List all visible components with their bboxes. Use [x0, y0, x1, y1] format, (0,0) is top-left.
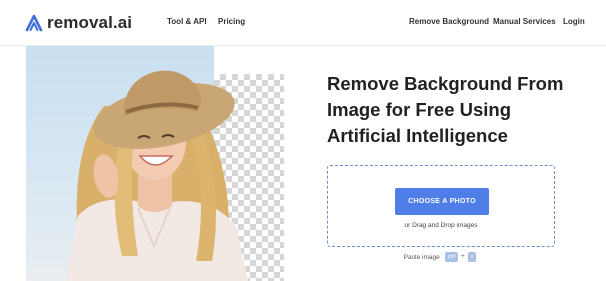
- ctrl-key-badge: ctrl: [444, 252, 459, 262]
- logo-text: removal.ai: [47, 13, 133, 32]
- site-header: removal.ai Tool & API Pricing Remove Bac…: [0, 0, 606, 46]
- paste-label: Paste image: [403, 253, 440, 261]
- choose-photo-button[interactable]: CHOOSE A PHOTO: [395, 188, 489, 215]
- v-key-badge: v: [467, 252, 477, 262]
- plus-sign: +: [461, 254, 465, 260]
- upload-dropzone[interactable]: CHOOSE A PHOTO or Drag and Drop images: [327, 165, 555, 247]
- nav-pricing[interactable]: Pricing: [218, 17, 245, 26]
- paste-hint: Paste image ctrl + v: [327, 252, 555, 262]
- nav-manual-services[interactable]: Manual Services: [493, 17, 556, 26]
- nav-login[interactable]: Login: [563, 17, 585, 26]
- hero-image: [26, 46, 284, 281]
- headline-line-1: Remove Background From: [327, 73, 564, 94]
- drag-drop-hint: or Drag and Drop images: [404, 222, 478, 229]
- nav-tool-api[interactable]: Tool & API: [167, 17, 207, 26]
- logo-icon: [25, 14, 43, 32]
- logo[interactable]: removal.ai: [24, 11, 132, 35]
- hero-headline: Remove Background From Image for Free Us…: [327, 71, 592, 149]
- nav-remove-background[interactable]: Remove Background: [409, 17, 489, 26]
- woman-with-hat-illustration: [66, 70, 248, 281]
- headline-line-2: Image for Free Using: [327, 99, 512, 120]
- headline-line-3: Artificial Intelligence: [327, 125, 508, 146]
